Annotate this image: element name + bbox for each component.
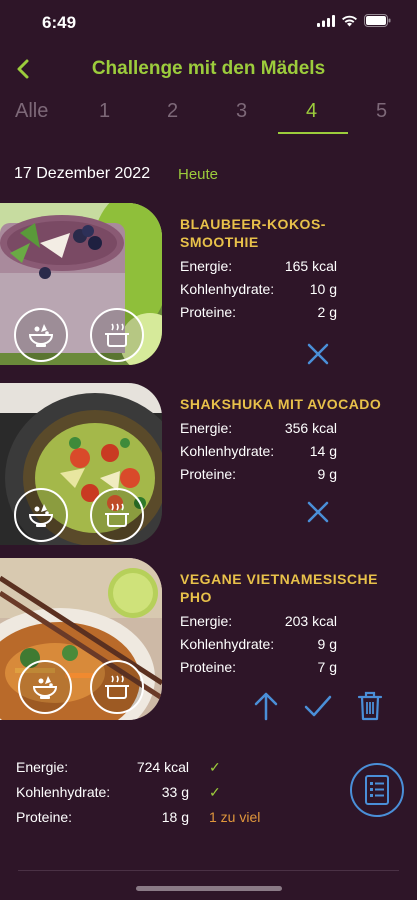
- remove-meal-button[interactable]: [300, 336, 336, 372]
- cook-button[interactable]: [90, 660, 144, 714]
- battery-icon: [364, 14, 391, 27]
- wifi-icon: [342, 15, 357, 26]
- meal-card: SHAKSHUKA MIT AVOCADO Energie: 356 kcal …: [0, 383, 417, 548]
- close-icon: [307, 501, 329, 523]
- shopping-list-button[interactable]: [350, 763, 404, 817]
- page-title: Challenge mit den Mädels: [91, 58, 326, 79]
- active-tab-indicator: [278, 132, 348, 134]
- tab-day-3[interactable]: 3: [236, 100, 247, 123]
- salad-bowl-icon: [28, 324, 54, 347]
- summary-status-warning: 1 zu viel: [209, 809, 261, 825]
- date-row: 17 Dezember 2022 Heute: [14, 165, 218, 183]
- nutrition-row: Proteine: 7 g: [180, 656, 405, 679]
- cooking-pot-icon: [105, 323, 129, 347]
- summary-label: Kohlenhydrate:: [16, 784, 111, 800]
- close-icon: [307, 343, 329, 365]
- arrow-up-icon: [254, 692, 278, 721]
- cook-button[interactable]: [90, 308, 144, 362]
- ingredients-button[interactable]: [14, 488, 68, 542]
- nutrition-label: Proteine:: [180, 466, 237, 482]
- delete-meal-button[interactable]: [352, 688, 388, 724]
- meal-title[interactable]: SHAKSHUKA MIT AVOCADO: [180, 395, 405, 413]
- nutrition-label: Proteine:: [180, 304, 237, 320]
- signal-icon: [317, 14, 335, 27]
- move-up-button[interactable]: [248, 688, 284, 724]
- salad-bowl-icon: [28, 504, 54, 527]
- summary-row: Proteine: 18 g 1 zu viel: [16, 806, 416, 831]
- status-bar: 6:49: [0, 0, 417, 46]
- meal-title[interactable]: VEGANE VIETNAMESISCHE PHO: [180, 570, 380, 606]
- nutrition-row: Energie: 356 kcal: [180, 417, 405, 440]
- nutrition-value: 7 g: [317, 659, 337, 675]
- meal-actions: [300, 336, 336, 372]
- home-indicator[interactable]: [136, 886, 282, 891]
- meal-info: VEGANE VIETNAMESISCHE PHO Energie: 203 k…: [180, 570, 405, 679]
- meal-photo-smoothie[interactable]: [0, 203, 162, 365]
- nutrition-value: 10 g: [309, 281, 337, 297]
- tab-day-4[interactable]: 4: [306, 100, 317, 123]
- nutrition-label: Energie:: [180, 420, 233, 436]
- status-time: 6:49: [42, 13, 77, 32]
- nutrition-row: Kohlenhydrate: 9 g: [180, 633, 405, 656]
- navigation-bar: Challenge mit den Mädels: [0, 50, 417, 88]
- nutrition-row: Proteine: 2 g: [180, 301, 405, 324]
- summary-status: ✓: [209, 759, 221, 775]
- salad-bowl-icon: [32, 676, 58, 699]
- cook-button[interactable]: [90, 488, 144, 542]
- nutrition-label: Proteine:: [180, 659, 237, 675]
- trash-icon: [357, 691, 383, 721]
- meal-actions: [300, 494, 336, 530]
- nutrition-row: Proteine: 9 g: [180, 463, 405, 486]
- nutrition-value: 165 kcal: [284, 258, 337, 274]
- today-button[interactable]: Heute: [178, 166, 218, 183]
- nutrition-label: Energie:: [180, 258, 233, 274]
- tab-day-2[interactable]: 2: [167, 100, 178, 123]
- nutrition-value: 356 kcal: [284, 420, 337, 436]
- mark-done-button[interactable]: [300, 688, 336, 724]
- meal-photo-pho[interactable]: [0, 558, 162, 720]
- summary-label: Energie:: [16, 759, 69, 775]
- meal-card: VEGANE VIETNAMESISCHE PHO Energie: 203 k…: [0, 558, 417, 723]
- meal-title[interactable]: BLAUBEER-KOKOS-SMOOTHIE: [180, 215, 360, 251]
- nutrition-value: 203 kcal: [284, 613, 337, 629]
- nutrition-value: 2 g: [317, 304, 337, 320]
- summary-value: 724 kcal: [136, 759, 189, 775]
- ingredients-button[interactable]: [14, 308, 68, 362]
- nutrition-label: Energie:: [180, 613, 233, 629]
- meal-actions: [248, 688, 388, 724]
- status-icons: [317, 14, 391, 27]
- nutrition-value: 9 g: [317, 466, 337, 482]
- day-tabs: Alle 1 2 3 4 5: [0, 96, 417, 138]
- nutrition-label: Kohlenhydrate:: [180, 443, 275, 459]
- cooking-pot-icon: [105, 675, 129, 699]
- nutrition-label: Kohlenhydrate:: [180, 636, 275, 652]
- nutrition-row: Energie: 165 kcal: [180, 255, 405, 278]
- summary-value: 33 g: [161, 784, 189, 800]
- tab-all[interactable]: Alle: [15, 100, 48, 123]
- nutrition-label: Kohlenhydrate:: [180, 281, 275, 297]
- remove-meal-button[interactable]: [300, 494, 336, 530]
- nutrition-row: Energie: 203 kcal: [180, 610, 405, 633]
- date-label: 17 Dezember 2022: [14, 165, 151, 182]
- nutrition-row: Kohlenhydrate: 10 g: [180, 278, 405, 301]
- meal-info: SHAKSHUKA MIT AVOCADO Energie: 356 kcal …: [180, 395, 405, 486]
- divider: [18, 870, 399, 871]
- ingredients-button[interactable]: [18, 660, 72, 714]
- summary-label: Proteine:: [16, 809, 73, 825]
- meal-info: BLAUBEER-KOKOS-SMOOTHIE Energie: 165 kca…: [180, 215, 405, 324]
- meal-photo-shakshuka[interactable]: [0, 383, 162, 545]
- check-icon: [304, 695, 332, 717]
- tab-day-5[interactable]: 5: [376, 100, 387, 123]
- nutrition-row: Kohlenhydrate: 14 g: [180, 440, 405, 463]
- list-icon: [365, 775, 389, 805]
- summary-value: 18 g: [161, 809, 189, 825]
- meal-card: BLAUBEER-KOKOS-SMOOTHIE Energie: 165 kca…: [0, 203, 417, 368]
- nutrition-value: 14 g: [309, 443, 337, 459]
- cooking-pot-icon: [105, 503, 129, 527]
- tab-day-1[interactable]: 1: [99, 100, 110, 123]
- summary-status: ✓: [209, 784, 221, 800]
- nutrition-value: 9 g: [317, 636, 337, 652]
